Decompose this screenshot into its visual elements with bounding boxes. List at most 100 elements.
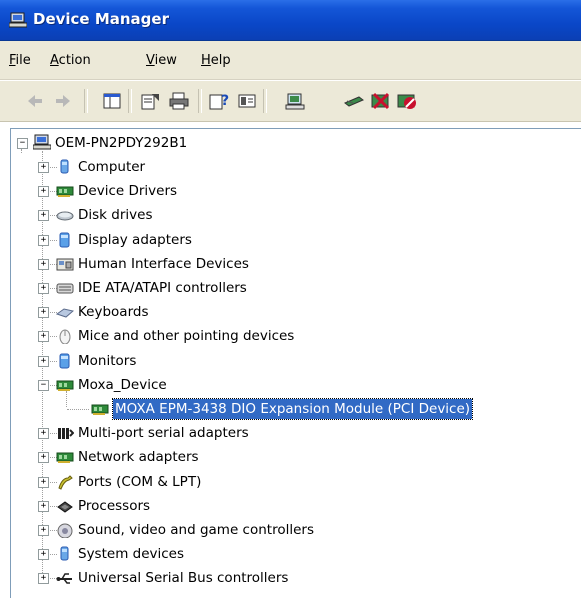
collapse-icon[interactable]: − bbox=[38, 379, 49, 391]
expand-icon[interactable]: + bbox=[38, 186, 49, 198]
toolbar-separator bbox=[84, 89, 88, 113]
back-arrow-icon[interactable] bbox=[24, 91, 46, 111]
tree-item-label: IDE ATA/ATAPI controllers bbox=[78, 280, 247, 296]
computer-icon bbox=[60, 546, 69, 561]
forward-arrow-icon[interactable] bbox=[52, 91, 74, 111]
window-title: Device Manager bbox=[33, 10, 169, 28]
tree-item-label: MOXA EPM-3438 DIO Expansion Module (PCI … bbox=[111, 398, 474, 420]
port-icon bbox=[58, 474, 73, 490]
tree-category-item[interactable]: + Mice and other pointing devices bbox=[11, 326, 571, 346]
tree-category-item[interactable]: + Human Interface Devices bbox=[11, 254, 571, 274]
expand-icon[interactable]: + bbox=[38, 525, 49, 536]
tree-category-item[interactable]: + System devices bbox=[11, 544, 571, 564]
monitor-icon bbox=[59, 353, 70, 369]
tree-item-label: Computer bbox=[78, 159, 146, 175]
scan-hardware-icon[interactable] bbox=[285, 91, 307, 111]
hid-icon bbox=[56, 258, 74, 271]
tree-category-item[interactable]: + Display adapters bbox=[11, 230, 571, 250]
tree-category-item[interactable]: − Moxa_Device bbox=[11, 375, 571, 395]
card-icon bbox=[91, 404, 109, 415]
toolbar-separator bbox=[198, 89, 202, 113]
tree-item-label: Ports (COM & LPT) bbox=[78, 473, 202, 490]
tree-category-item[interactable]: + Processors bbox=[11, 496, 571, 516]
tree-item-label: Human Interface Devices bbox=[78, 255, 249, 272]
expand-icon[interactable]: + bbox=[38, 355, 49, 367]
expand-icon[interactable]: + bbox=[38, 283, 49, 294]
tree-item-label: Device Drivers bbox=[78, 183, 178, 200]
card-icon bbox=[56, 452, 74, 464]
expand-icon[interactable]: + bbox=[38, 452, 49, 464]
menu-view[interactable]: View bbox=[146, 53, 177, 68]
disk-icon bbox=[56, 211, 74, 221]
tree-item-label: Disk drives bbox=[78, 207, 153, 224]
tree-item-label: Network adapters bbox=[78, 449, 199, 466]
expand-icon[interactable]: + bbox=[38, 428, 49, 440]
menu-action[interactable]: Action bbox=[50, 53, 91, 68]
display-icon bbox=[59, 232, 70, 248]
tree-category-item[interactable]: + Computer bbox=[11, 157, 571, 177]
update-driver-icon[interactable] bbox=[343, 91, 365, 111]
title-bar[interactable]: Device Manager bbox=[0, 0, 581, 41]
expand-icon[interactable]: + bbox=[38, 162, 49, 173]
tree-item-label: Monitors bbox=[78, 352, 137, 369]
menu-help[interactable]: Help bbox=[201, 53, 231, 68]
usb-icon bbox=[56, 573, 72, 585]
collapse-icon[interactable]: − bbox=[17, 138, 28, 149]
properties-icon[interactable] bbox=[140, 91, 162, 111]
expand-icon[interactable]: + bbox=[38, 331, 49, 343]
tree-device-item[interactable]: MOXA EPM-3438 DIO Expansion Module (PCI … bbox=[11, 398, 571, 420]
print-icon[interactable] bbox=[168, 91, 190, 111]
tree-category-item[interactable]: + Monitors bbox=[11, 351, 571, 371]
tree-category-item[interactable]: + Keyboards bbox=[11, 302, 571, 322]
expand-icon[interactable]: + bbox=[38, 549, 49, 561]
expand-icon[interactable]: + bbox=[38, 573, 49, 585]
serial-icon bbox=[58, 428, 74, 440]
menu-file[interactable]: File bbox=[9, 53, 31, 68]
tree-category-item[interactable]: + IDE ATA/ATAPI controllers bbox=[11, 278, 571, 298]
tree-item-label: Sound, video and game controllers bbox=[78, 522, 314, 538]
tree-category-item[interactable]: + Ports (COM & LPT) bbox=[11, 472, 571, 492]
tree-item-label: Universal Serial Bus controllers bbox=[78, 570, 289, 587]
menu-bar: File Action View Help bbox=[0, 41, 581, 80]
help-icon[interactable]: ? bbox=[208, 91, 230, 111]
uninstall-icon[interactable] bbox=[370, 91, 392, 111]
tree-category-item[interactable]: + Disk drives bbox=[11, 205, 571, 225]
card-icon bbox=[56, 186, 74, 198]
tree-item-label: Mice and other pointing devices bbox=[78, 328, 295, 345]
expand-icon[interactable]: + bbox=[38, 210, 49, 222]
expand-icon[interactable]: + bbox=[38, 258, 49, 270]
keyboard-icon bbox=[56, 308, 74, 318]
tree-root[interactable]: − OEM-PN2PDY292B1 bbox=[11, 133, 311, 153]
tree-category-item[interactable]: + Universal Serial Bus controllers bbox=[11, 568, 571, 588]
tree-item-label: System devices bbox=[78, 546, 185, 563]
tree-guide bbox=[67, 409, 89, 410]
toolbar-separator bbox=[128, 89, 132, 113]
processor-icon bbox=[57, 501, 73, 513]
tree-root-label: OEM-PN2PDY292B1 bbox=[55, 135, 188, 151]
computer-icon bbox=[60, 159, 69, 174]
computer-icon bbox=[33, 134, 51, 150]
tree-category-item[interactable]: + Sound, video and game controllers bbox=[11, 520, 571, 540]
device-manager-icon bbox=[9, 12, 27, 28]
device-tree: − OEM-PN2PDY292B1 + Computer + Device Drive… bbox=[10, 128, 581, 598]
ide-icon bbox=[56, 283, 74, 294]
sound-icon bbox=[57, 523, 73, 538]
tree-item-label: Keyboards bbox=[78, 304, 149, 321]
expand-icon[interactable]: + bbox=[38, 234, 49, 246]
tree-item-label: Processors bbox=[78, 497, 151, 514]
toolbar-separator bbox=[263, 89, 267, 113]
mouse-icon bbox=[59, 329, 71, 345]
tree-category-item[interactable]: + Multi-port serial adapters bbox=[11, 423, 571, 443]
expand-icon[interactable]: + bbox=[38, 500, 49, 512]
expand-icon[interactable]: + bbox=[38, 307, 49, 319]
view-icon[interactable] bbox=[236, 91, 258, 111]
disable-icon[interactable] bbox=[396, 91, 418, 111]
tree-category-item[interactable]: + Network adapters bbox=[11, 447, 571, 467]
svg-text:?: ? bbox=[221, 93, 229, 109]
tree-category-item[interactable]: + Device Drivers bbox=[11, 181, 571, 201]
console-tree-icon[interactable] bbox=[101, 91, 123, 111]
tree-item-label: Moxa_Device bbox=[78, 376, 167, 393]
toolbar: ? bbox=[0, 80, 581, 122]
tree-item-label: Display adapters bbox=[78, 231, 192, 248]
expand-icon[interactable]: + bbox=[38, 476, 49, 488]
